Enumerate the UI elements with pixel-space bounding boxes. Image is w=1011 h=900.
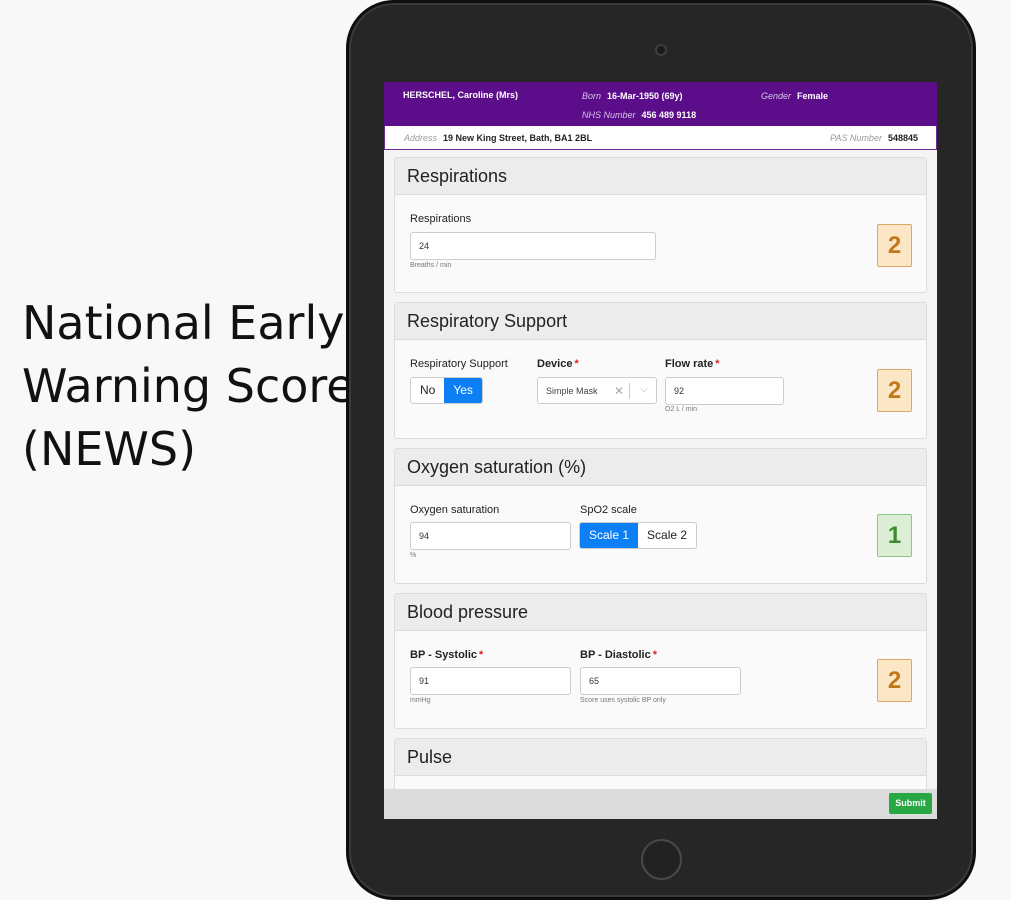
pas-value: 548845 (887, 133, 918, 143)
diastolic-label-text: BP - Diastolic (580, 649, 651, 661)
gender-label: Gender (761, 91, 792, 101)
born-label: Born (582, 91, 602, 101)
nhs-value: 456 489 9118 (641, 110, 697, 120)
oxygen-unit: % (410, 552, 417, 559)
scale-2-button[interactable]: Scale 2 (638, 523, 696, 548)
oxygen-score: 1 (877, 514, 912, 557)
device-label-text: Device (537, 358, 573, 370)
patient-banner: HERSCHEL, Caroline (Mrs) Born 16-Mar-1950… (384, 82, 937, 126)
section-respiratory-support: Respiratory Support Respiratory Support … (394, 302, 927, 439)
device-value: Simple Mask (546, 386, 598, 396)
submit-button[interactable]: Submit (889, 793, 932, 814)
section-title: Oxygen saturation (%) (395, 449, 926, 486)
patient-gender: Gender Female (761, 91, 828, 101)
heading-line-1: National Early (22, 296, 345, 350)
close-icon[interactable]: ✕ (614, 384, 624, 398)
support-yes-button[interactable]: Yes (444, 378, 482, 403)
form-footer: Submit (384, 789, 937, 819)
section-oxygen-saturation: Oxygen saturation (%) Oxygen saturation … (394, 448, 927, 584)
address-label: Address (404, 133, 438, 143)
respirations-unit: Breaths / min (410, 262, 452, 269)
section-blood-pressure: Blood pressure BP - Systolic * 91 mmHg BP… (394, 593, 927, 729)
blood-pressure-score: 2 (877, 659, 912, 702)
device-label: Device * (537, 358, 579, 370)
born-value: 16-Mar-1950 (69y) (607, 91, 683, 101)
respiratory-support-score: 2 (877, 369, 912, 412)
diastolic-hint: Score uses systolic BP only (580, 697, 666, 704)
respirations-input[interactable]: 24 (410, 232, 656, 260)
flow-label: Flow rate * (665, 358, 720, 370)
scale-1-button[interactable]: Scale 1 (580, 523, 639, 548)
pas-label: PAS Number (830, 133, 882, 143)
section-title: Respirations (395, 158, 926, 195)
diastolic-input[interactable]: 65 (580, 667, 741, 695)
spo2-scale-toggle: Scale 1 Scale 2 (579, 522, 698, 549)
chevron-down-icon[interactable]: ⌵ (640, 384, 648, 395)
patient-pas: PAS Number 548845 (830, 133, 918, 143)
tablet-screen: HERSCHEL, Caroline (Mrs) Born 16-Mar-1950… (384, 82, 937, 819)
section-title: Pulse (395, 739, 926, 776)
camera-icon (655, 44, 667, 56)
gender-value: Female (797, 91, 829, 101)
patient-born: Born 16-Mar-1950 (69y) (582, 91, 683, 101)
diastolic-label: BP - Diastolic * (580, 649, 657, 661)
heading-line-2: Warning Score (22, 359, 355, 413)
patient-name: HERSCHEL, Caroline (Mrs) (403, 90, 519, 100)
support-toggle: No Yes (410, 377, 483, 404)
section-pulse: Pulse (394, 738, 927, 789)
section-title: Blood pressure (395, 594, 926, 631)
systolic-unit: mmHg (410, 697, 431, 704)
flow-unit: O2 L / min (665, 406, 698, 413)
section-title: Respiratory Support (395, 303, 926, 340)
nhs-label: NHS Number (582, 110, 636, 120)
oxygen-input[interactable]: 94 (410, 522, 571, 550)
support-no-button[interactable]: No (411, 378, 444, 403)
heading-line-3: (NEWS) (22, 422, 197, 476)
respirations-label: Respirations (410, 213, 472, 225)
home-button[interactable] (641, 839, 682, 880)
systolic-label-text: BP - Systolic (410, 649, 478, 661)
oxygen-label: Oxygen saturation (410, 504, 500, 516)
address-bar: Address 19 New King Street, Bath, BA1 2BL… (384, 126, 937, 150)
patient-address: Address 19 New King Street, Bath, BA1 2BL (404, 133, 592, 143)
section-respirations: Respirations Respirations 24 Breaths / m… (394, 157, 927, 293)
systolic-input[interactable]: 91 (410, 667, 571, 695)
select-divider (629, 383, 630, 399)
form-content[interactable]: Respirations Respirations 24 Breaths / m… (384, 150, 937, 789)
respirations-score: 2 (877, 224, 912, 267)
systolic-label: BP - Systolic * (410, 649, 484, 661)
device-select[interactable]: Simple Mask ✕ ⌵ (537, 377, 657, 404)
address-value: 19 New King Street, Bath, BA1 2BL (443, 133, 593, 143)
spo2-scale-label: SpO2 scale (580, 504, 637, 516)
flow-rate-input[interactable]: 92 (665, 377, 784, 405)
support-label: Respiratory Support (410, 358, 508, 370)
patient-nhs: NHS Number 456 489 9118 (582, 110, 696, 120)
flow-label-text: Flow rate (665, 358, 714, 370)
page-heading: National Early Warning Score (NEWS) (22, 292, 355, 481)
